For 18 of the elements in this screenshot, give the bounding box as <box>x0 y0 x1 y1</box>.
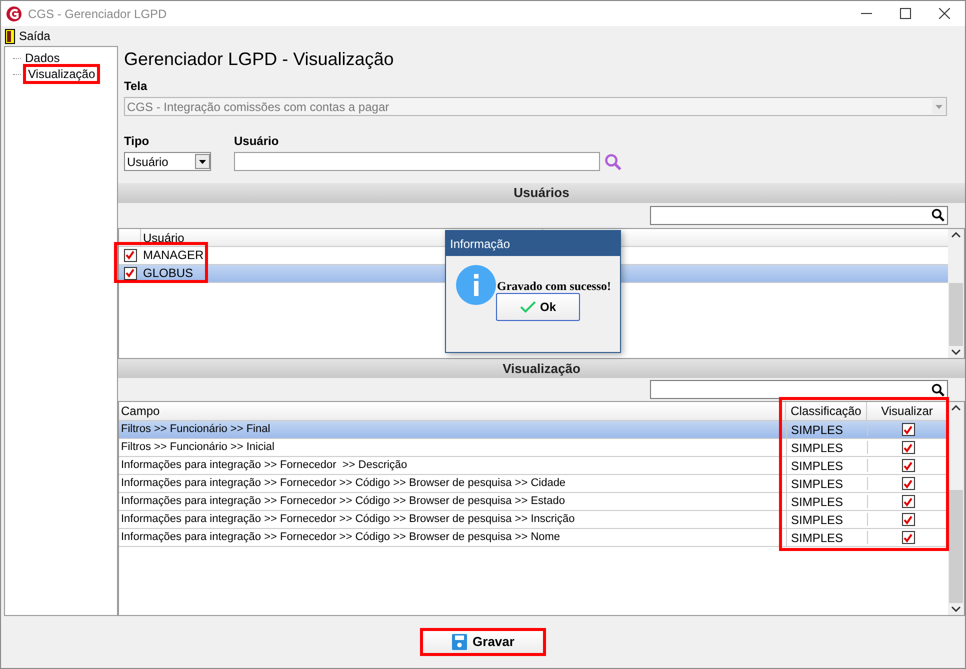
table-cell-text: Filtros >> Funcionário >> Final <box>120 422 272 438</box>
dialog-message: Gravado com sucesso! <box>497 278 611 295</box>
table-cell-text: GLOBUS <box>142 265 194 282</box>
table-cell-text: Filtros >> Funcionário >> Inicial <box>120 440 276 456</box>
field-label: Tela <box>124 78 148 95</box>
window-title: CGS - Gerenciador LGPD <box>28 6 167 22</box>
section-title: Usuários <box>514 184 570 202</box>
table-cell: SIMPLES <box>786 528 867 546</box>
table-cell-text: Informações para integração >> Fornecedor >> Código >> Browser de pesquisa >> Cidade <box>120 476 567 492</box>
table-cell-text: Informações para integração >> Fornecedor >> Código >> Browser de pesquisa >> Inscrição <box>120 512 576 528</box>
field-label: Tipo <box>124 133 150 150</box>
table-cell-text: Informações para integração >> Fornecedor >> Código >> Browser de pesquisa >> Nome <box>120 530 562 546</box>
table-cell-text: Informações para integração >> Fornecedor >> Descrição <box>120 458 408 474</box>
field-label: Usuário <box>234 133 280 150</box>
table-cell-text: MANAGER <box>142 247 204 264</box>
table-cell-text: Informações para integração >> Fornecedor >> Código >> Browser de pesquisa >> Estado <box>120 494 566 510</box>
section-title: Visualização <box>502 360 580 378</box>
page-title: Gerenciador LGPD - Visualização <box>124 48 395 71</box>
